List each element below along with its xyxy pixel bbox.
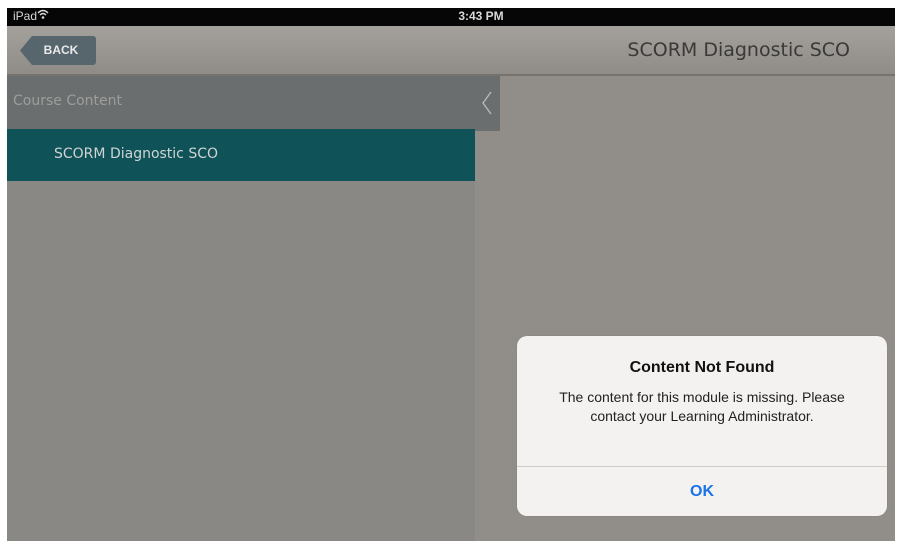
- chevron-left-icon: [482, 91, 492, 115]
- navigation-bar: BACK SCORM Diagnostic SCO: [7, 26, 895, 76]
- sidebar: Course Content SCORM Diagnostic SCO: [7, 76, 475, 541]
- sidebar-item-scorm-diagnostic-sco[interactable]: SCORM Diagnostic SCO: [7, 129, 475, 181]
- back-button[interactable]: BACK: [20, 36, 96, 65]
- sidebar-header-label: Course Content: [13, 93, 123, 109]
- status-time: 3:43 PM: [458, 9, 504, 23]
- collapse-sidebar-button[interactable]: [475, 76, 500, 131]
- alert-title: Content Not Found: [629, 359, 775, 376]
- page-title: SCORM Diagnostic SCO: [627, 39, 850, 61]
- ok-button[interactable]: OK: [517, 467, 887, 516]
- status-bar: iPad 3:43 PM: [7, 8, 895, 26]
- sidebar-item-label: SCORM Diagnostic SCO: [54, 146, 219, 162]
- alert-dialog: Content Not Found The content for this m…: [517, 336, 887, 516]
- sidebar-header: Course Content: [7, 76, 475, 129]
- back-button-label: BACK: [43, 43, 79, 57]
- alert-message: The content for this module is missing. …: [559, 389, 845, 424]
